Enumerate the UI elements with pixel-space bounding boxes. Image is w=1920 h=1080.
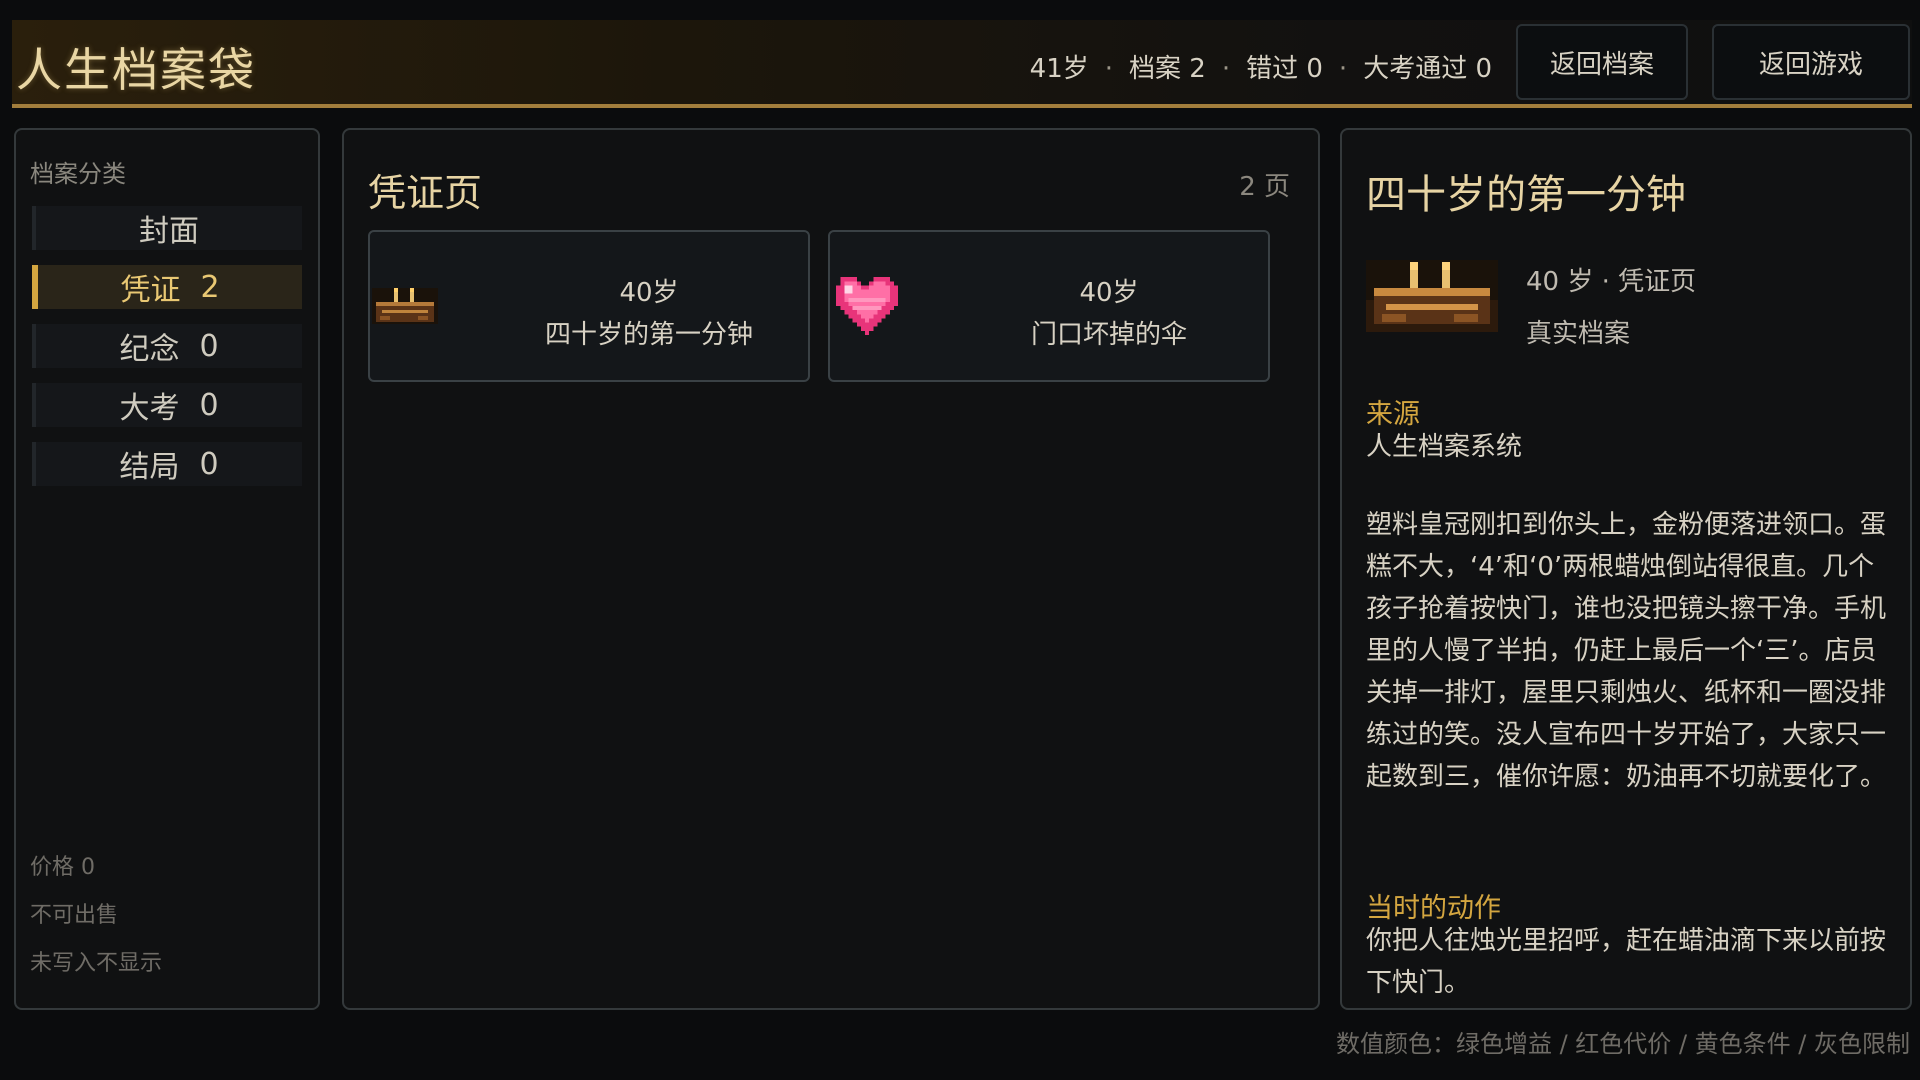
page-count: 2 页 xyxy=(1239,172,1290,202)
category-item-souvenirs[interactable]: 纪念 0 xyxy=(32,324,302,368)
back-to-game-button[interactable]: 返回游戏 xyxy=(1712,24,1910,100)
category-label: 凭证 xyxy=(120,273,181,308)
stat-age: 41岁 xyxy=(1029,54,1089,84)
category-count: 0 xyxy=(199,328,219,364)
sellable-note: 不可出售 xyxy=(30,903,119,928)
stat-separator: · xyxy=(1221,54,1231,84)
color-legend: 数值颜色：绿色增益 / 红色代价 / 黄色条件 / 灰色限制 xyxy=(1335,1030,1910,1058)
stat-separator: · xyxy=(1104,54,1114,84)
card-age: 40岁 xyxy=(619,278,679,308)
source-text: 人生档案系统 xyxy=(1366,432,1523,462)
detail-age-type: 40 岁 · 凭证页 xyxy=(1526,267,1697,297)
birthday-cake-icon xyxy=(1366,260,1498,332)
category-label: 结局 xyxy=(119,450,180,485)
card-name: 门口坏掉的伞 xyxy=(1030,320,1187,350)
voucher-list-panel: 凭证页 2 页 40岁 四十岁的第一分钟 40岁 门口坏掉的伞 xyxy=(342,128,1320,1010)
card-name: 四十岁的第一分钟 xyxy=(544,320,753,350)
player-stats: 41岁 · 档案 2 · 错过 0 · 大考通过 0 xyxy=(1030,48,1492,85)
voucher-card[interactable]: 40岁 门口坏掉的伞 xyxy=(828,230,1270,382)
category-count: 2 xyxy=(200,269,220,305)
item-notes: 价格 0 不可出售 未写入不显示 xyxy=(30,844,162,988)
stat-exams-passed: 大考通过 0 xyxy=(1363,54,1492,84)
category-count: 0 xyxy=(199,387,219,423)
detail-record-type: 真实档案 xyxy=(1526,319,1631,349)
detail-title: 四十岁的第一分钟 xyxy=(1366,172,1686,218)
detail-meta: 40 岁 · 凭证页 真实档案 xyxy=(1526,256,1696,360)
category-label: 大考 xyxy=(119,391,180,426)
category-item-exams[interactable]: 大考 0 xyxy=(32,383,302,427)
category-count: 0 xyxy=(199,446,219,482)
price-note: 价格 0 xyxy=(30,855,95,880)
stat-separator: · xyxy=(1338,54,1348,84)
category-panel: 档案分类 封面 凭证 2 纪念 0 大考 0 结局 0 价格 0 不可出售 未写… xyxy=(14,128,320,1010)
story-text: 塑料皇冠刚扣到你头上，金粉便落进领口。蛋糕不大，‘4’和‘0’两根蜡烛倒站得很直… xyxy=(1366,510,1887,792)
stat-missed: 错过 0 xyxy=(1246,54,1323,84)
category-item-endings[interactable]: 结局 0 xyxy=(32,442,302,486)
hidden-note: 未写入不显示 xyxy=(30,951,163,976)
detail-panel: 四十岁的第一分钟 40 岁 · 凭证页 真实档案 来源 人生档案系统 塑料皇冠刚… xyxy=(1340,128,1912,1010)
back-to-archive-button[interactable]: 返回档案 xyxy=(1516,24,1688,100)
category-item-cover[interactable]: 封面 xyxy=(32,206,302,250)
category-list: 封面 凭证 2 纪念 0 大考 0 结局 0 xyxy=(32,206,302,501)
category-heading: 档案分类 xyxy=(30,160,126,188)
stat-archives: 档案 2 xyxy=(1129,54,1206,84)
app-title: 人生档案袋 xyxy=(16,43,256,97)
voucher-card[interactable]: 40岁 四十岁的第一分钟 xyxy=(368,230,810,382)
category-item-vouchers[interactable]: 凭证 2 xyxy=(32,265,302,309)
list-title: 凭证页 xyxy=(368,171,483,215)
top-bar: 人生档案袋 41岁 · 档案 2 · 错过 0 · 大考通过 0 返回档案 返回游戏 xyxy=(12,20,1912,108)
card-age: 40岁 xyxy=(1079,278,1139,308)
category-label: 封面 xyxy=(139,214,199,249)
action-text: 你把人往烛光里招呼，赶在蜡油滴下来以前按下快门。 xyxy=(1366,926,1887,996)
category-label: 纪念 xyxy=(119,332,180,367)
